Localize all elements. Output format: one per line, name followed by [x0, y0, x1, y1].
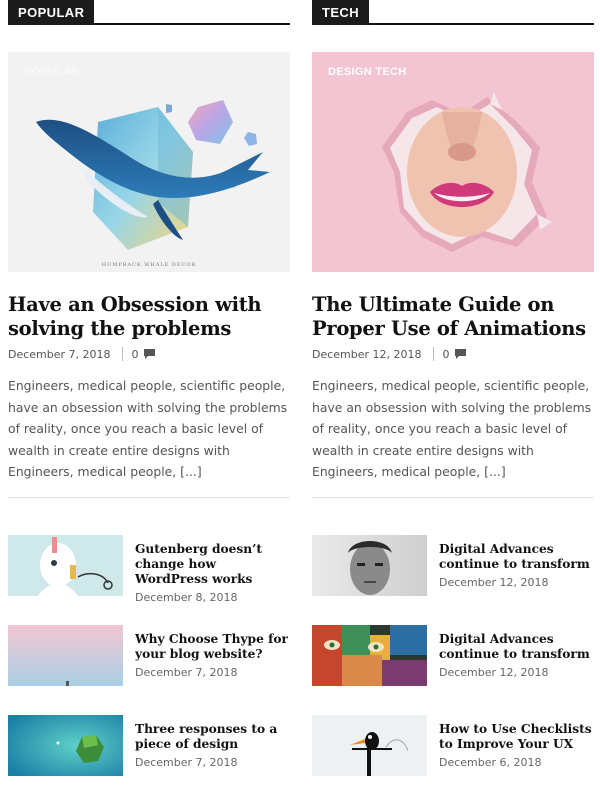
- meta-divider: [121, 347, 123, 361]
- post-meta: December 7, 2018 0: [8, 346, 155, 362]
- whale-illustration: HUMPBACK WHALE DECOR: [8, 52, 290, 272]
- thumbnail-island[interactable]: [8, 715, 123, 776]
- thumbnail-graffiti[interactable]: [312, 625, 427, 686]
- comment-icon: [143, 349, 155, 359]
- list-item-text: Three responses to a piece of design Dec…: [135, 722, 290, 782]
- list-item-title[interactable]: Why Choose Thype for your blog website?: [135, 632, 290, 662]
- list-item-title[interactable]: Gutenberg doesn’t change how WordPress w…: [135, 542, 290, 587]
- post-meta: December 12, 2018 0: [312, 346, 466, 362]
- section-header-tech: TECH: [312, 0, 594, 25]
- list-item-date: December 6, 2018: [439, 756, 542, 769]
- list-item-title[interactable]: Digital Advances continue to transform: [439, 542, 594, 572]
- image-caption: HUMPBACK WHALE DECOR: [102, 262, 197, 268]
- feature-image-lips[interactable]: DESIGN TECH: [312, 52, 594, 272]
- list-item[interactable]: Digital Advances continue to transform D…: [312, 625, 594, 687]
- list-item[interactable]: Gutenberg doesn’t change how WordPress w…: [8, 535, 290, 602]
- torn-paper-face-illustration: [312, 52, 594, 272]
- popular-column: POPULAR HUMPBACK WHALE DECOR POPULAR Hav…: [8, 0, 290, 776]
- list-item-text: How to Use Checklists to Improve Your UX…: [439, 722, 594, 782]
- section-label-tech[interactable]: TECH: [312, 0, 369, 25]
- post-date: December 7, 2018: [8, 347, 111, 361]
- list-item-text: Gutenberg doesn’t change how WordPress w…: [135, 542, 290, 602]
- comment-count: 0: [131, 347, 139, 361]
- comments-link[interactable]: 0: [443, 348, 466, 361]
- image-category-label[interactable]: DESIGN TECH: [328, 66, 406, 78]
- list-item-date: December 7, 2018: [135, 666, 238, 679]
- list-item-date: December 12, 2018: [439, 666, 549, 679]
- divider: [312, 497, 594, 498]
- thumbnail-toucan[interactable]: [312, 715, 427, 776]
- tech-column: TECH DESIGN TECH The Ultimate Guide on P…: [312, 0, 594, 776]
- feature-image-whale[interactable]: HUMPBACK WHALE DECOR POPULAR: [8, 52, 290, 272]
- list-item-date: December 7, 2018: [135, 756, 238, 769]
- thumbnail-pastel-sky[interactable]: [8, 625, 123, 686]
- list-item-title[interactable]: How to Use Checklists to Improve Your UX: [439, 722, 594, 752]
- comment-icon: [454, 349, 466, 359]
- list-item-text: Digital Advances continue to transform D…: [439, 632, 594, 692]
- feature-title[interactable]: The Ultimate Guide on Proper Use of Anim…: [312, 293, 594, 341]
- feature-excerpt: Engineers, medical people, scientific pe…: [8, 378, 288, 480]
- list-item-date: December 8, 2018: [135, 591, 238, 602]
- feature-excerpt: Engineers, medical people, scientific pe…: [312, 378, 592, 480]
- list-item-date: December 12, 2018: [439, 576, 549, 589]
- section-header-popular: POPULAR: [8, 0, 290, 25]
- comments-link[interactable]: 0: [132, 348, 155, 361]
- list-item[interactable]: Digital Advances continue to transform D…: [312, 535, 594, 597]
- comment-count: 0: [442, 347, 450, 361]
- thumbnail-illustration[interactable]: [8, 535, 123, 596]
- section-label-popular[interactable]: POPULAR: [8, 0, 95, 25]
- list-item-title[interactable]: Three responses to a piece of design: [135, 722, 290, 752]
- list-item-text: Digital Advances continue to transform D…: [439, 542, 594, 602]
- divider: [8, 497, 290, 498]
- list-item-text: Why Choose Thype for your blog website? …: [135, 632, 290, 692]
- list-item[interactable]: How to Use Checklists to Improve Your UX…: [312, 715, 594, 777]
- list-item[interactable]: Why Choose Thype for your blog website? …: [8, 625, 290, 687]
- image-category-label[interactable]: POPULAR: [24, 66, 80, 78]
- meta-divider: [432, 347, 434, 361]
- thumbnail-portrait[interactable]: [312, 535, 427, 596]
- list-item[interactable]: Three responses to a piece of design Dec…: [8, 715, 290, 777]
- list-item-title[interactable]: Digital Advances continue to transform: [439, 632, 594, 662]
- post-date: December 12, 2018: [312, 347, 422, 361]
- feature-title[interactable]: Have an Obsession with solving the probl…: [8, 293, 290, 341]
